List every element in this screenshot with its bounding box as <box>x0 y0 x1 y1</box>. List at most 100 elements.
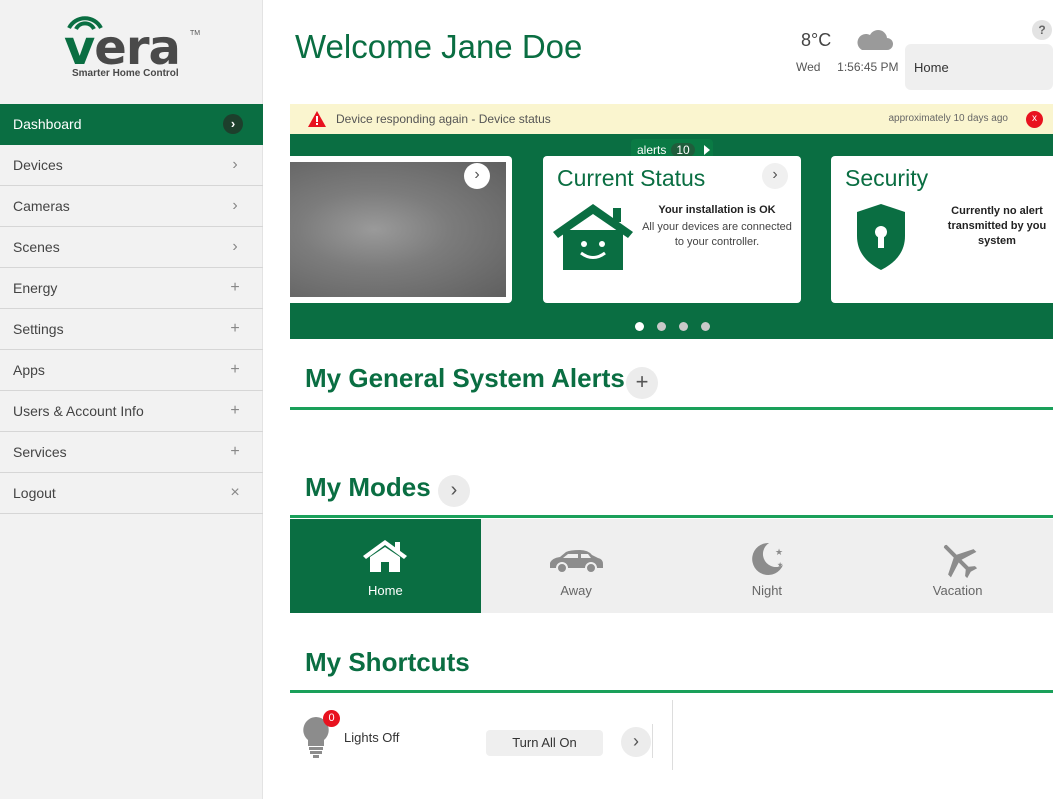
section-title-alerts: My General System Alerts <box>305 363 625 393</box>
card-title: Current Status <box>557 165 706 191</box>
alerts-count: 10 <box>671 143 695 157</box>
mode-label: Vacation <box>932 583 983 598</box>
add-alert-button[interactable]: + <box>626 367 658 399</box>
alerts-label: alerts <box>637 143 667 157</box>
smiling-house-icon <box>553 204 633 270</box>
mode-label: Home <box>368 583 403 598</box>
section-divider <box>290 407 1053 410</box>
mode-label: Away <box>560 583 592 598</box>
sidebar-item-dashboard[interactable]: Dashboard › <box>0 104 263 145</box>
alert-age: approximately 10 days ago <box>888 113 1008 124</box>
sidebar-item-energy[interactable]: Energy + <box>0 268 263 309</box>
plus-icon: + <box>230 361 240 378</box>
cloud-icon <box>857 30 893 50</box>
security-text-line: system <box>978 235 1016 247</box>
shortcut-label: Lights Off <box>344 730 400 745</box>
section-divider <box>290 690 1053 693</box>
alert-bar: Device responding again - Device status … <box>290 104 1053 134</box>
plus-icon: + <box>230 402 240 419</box>
security-status-text: Currently no alert transmitted by you sy… <box>927 204 1053 249</box>
mode-away[interactable]: Away <box>481 519 672 613</box>
location-selector[interactable]: Home <box>905 44 1053 90</box>
shield-icon <box>857 204 905 270</box>
temperature: 8°C <box>801 30 832 50</box>
svg-text:★: ★ <box>775 548 783 558</box>
current-status-card[interactable]: Current Status › Your installation is OK… <box>543 156 801 303</box>
sidebar-item-devices[interactable]: Devices › <box>0 145 263 186</box>
sidebar-item-users-account[interactable]: Users & Account Info + <box>0 391 263 432</box>
section-title-modes: My Modes <box>305 472 431 502</box>
status-description: All your devices are connected to your c… <box>642 221 792 248</box>
sidebar-item-label: Energy <box>13 280 58 296</box>
sidebar-item-label: Logout <box>13 485 56 501</box>
plus-icon: + <box>230 320 240 337</box>
camera-card[interactable]: › <box>290 156 512 303</box>
section-divider <box>290 515 1053 518</box>
help-icon[interactable]: ? <box>1032 20 1052 40</box>
day-label: Wed <box>796 60 821 74</box>
alert-message[interactable]: Device responding again - Device status <box>336 112 551 126</box>
sidebar-item-label: Dashboard <box>13 116 82 132</box>
house-icon <box>363 540 408 572</box>
date-time: Wed 1:56:45 PM <box>796 60 899 74</box>
chevron-right-icon: › <box>232 197 238 214</box>
mode-vacation[interactable]: Vacation <box>862 519 1053 613</box>
sidebar-item-logout[interactable]: Logout × <box>0 473 263 514</box>
chevron-right-icon[interactable]: › <box>438 475 470 507</box>
sidebar-item-label: Scenes <box>13 239 60 255</box>
sidebar-item-label: Cameras <box>13 198 70 214</box>
sidebar-item-label: Devices <box>13 157 63 173</box>
pagination-dot[interactable] <box>657 322 666 331</box>
dashboard-carousel: › alerts 10 Current Status › Your instal… <box>290 134 1053 339</box>
security-text-line: transmitted by you <box>947 220 1047 232</box>
pagination-dot[interactable] <box>635 322 644 331</box>
vera-logo[interactable]: vera TM Smarter Home Control <box>60 12 210 84</box>
mode-home[interactable]: Home <box>290 519 481 613</box>
sidebar: vera TM Smarter Home Control Dashboard ›… <box>0 0 263 799</box>
chevron-right-icon[interactable]: › <box>762 163 788 189</box>
close-icon[interactable]: x <box>1026 111 1043 128</box>
security-card[interactable]: Security Currently no alert transmitted … <box>831 156 1053 303</box>
divider <box>652 724 653 758</box>
plus-icon: + <box>230 279 240 296</box>
sidebar-item-label: Users & Account Info <box>13 403 144 419</box>
logo-tagline: Smarter Home Control <box>72 68 179 79</box>
chevron-right-icon: › <box>223 114 243 134</box>
chevron-right-icon: › <box>232 156 238 173</box>
sidebar-nav: Dashboard › Devices › Cameras › Scenes ›… <box>0 104 263 514</box>
chevron-right-icon[interactable]: › <box>464 163 490 189</box>
plane-icon <box>943 544 977 579</box>
divider <box>672 700 673 770</box>
svg-text:★: ★ <box>777 561 783 569</box>
warning-icon <box>308 111 326 127</box>
sidebar-item-cameras[interactable]: Cameras › <box>0 186 263 227</box>
close-icon: × <box>230 484 240 501</box>
chevron-right-icon[interactable]: › <box>621 727 651 757</box>
sidebar-item-apps[interactable]: Apps + <box>0 350 263 391</box>
shortcut-lights-off: 0 Lights Off Turn All On › <box>290 694 1053 774</box>
mode-label: Night <box>751 583 783 598</box>
sidebar-item-scenes[interactable]: Scenes › <box>0 227 263 268</box>
car-icon <box>550 550 604 574</box>
modes-bar: Home Away ★ ★ Night Vacation <box>290 519 1053 613</box>
sidebar-item-label: Services <box>13 444 67 460</box>
sidebar-item-services[interactable]: Services + <box>0 432 263 473</box>
plus-icon: + <box>230 443 240 460</box>
chevron-right-icon: › <box>232 238 238 255</box>
status-headline: Your installation is OK <box>658 204 776 216</box>
pagination-dot[interactable] <box>679 322 688 331</box>
turn-all-on-button[interactable]: Turn All On <box>486 730 603 756</box>
page-title: Welcome Jane Doe <box>295 28 583 65</box>
time-label: 1:56:45 PM <box>837 60 899 74</box>
sidebar-item-settings[interactable]: Settings + <box>0 309 263 350</box>
sidebar-item-label: Settings <box>13 321 64 337</box>
security-text-line: Currently no alert <box>951 205 1043 217</box>
logo-tm: TM <box>190 30 201 37</box>
section-title-shortcuts: My Shortcuts <box>305 647 470 677</box>
pagination-dot[interactable] <box>701 322 710 331</box>
shortcut-count-badge: 0 <box>323 710 340 727</box>
mode-night[interactable]: ★ ★ Night <box>672 519 863 613</box>
moon-icon: ★ ★ <box>752 542 783 575</box>
card-title: Security <box>845 165 929 191</box>
carousel-pagination <box>635 322 710 331</box>
